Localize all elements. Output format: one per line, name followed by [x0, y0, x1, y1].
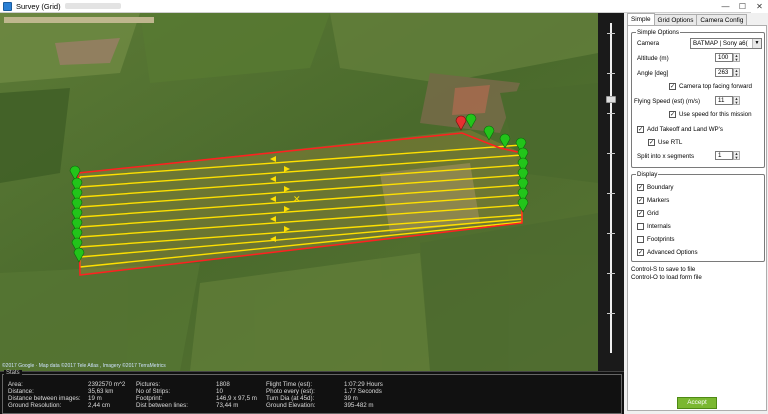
flying-speed-label: Flying Speed (est) (m/s): [634, 98, 701, 105]
flying-speed-input[interactable]: 11: [715, 96, 733, 105]
save-hint: Control-S to save to file: [631, 266, 696, 273]
zoom-tick: [607, 313, 615, 314]
footprints-checkbox[interactable]: [637, 236, 644, 243]
title-bar: Survey (Grid) — ☐ ✕: [0, 0, 768, 13]
map-attribution: ©2017 Google · Map data ©2017 Tele Atlas…: [2, 363, 166, 369]
stat-value: 146,9 x 97,5 m: [216, 395, 257, 402]
tab-content: Simple Options Camera BATMAP | Sony a6( …: [627, 25, 767, 411]
advanced-options-checkbox[interactable]: ✓: [637, 249, 644, 256]
stat-label: Photo every (est):: [266, 388, 315, 395]
use-speed-label: Use speed for this mission: [679, 111, 752, 118]
accept-button[interactable]: Accept: [677, 397, 717, 409]
footprints-label: Footprints: [647, 236, 675, 243]
camera-label: Camera: [637, 40, 660, 47]
stat-label: Flight Time (est):: [266, 381, 313, 388]
stat-label: Pictures:: [136, 381, 161, 388]
add-takeoff-label: Add Takeoff and Land WP's: [647, 126, 723, 133]
map-canvas[interactable]: ✕: [0, 13, 598, 371]
boundary-checkbox[interactable]: ✓: [637, 184, 644, 191]
split-spinner[interactable]: ▲ ▼: [733, 151, 740, 160]
altitude-label: Altitude (m): [637, 55, 669, 62]
tab-simple[interactable]: Simple: [627, 13, 655, 25]
stat-value: 39 m: [344, 395, 358, 402]
load-hint: Control-O to load form file: [631, 274, 702, 281]
stats-legend: Stats: [4, 370, 22, 376]
zoom-tick: [607, 33, 615, 34]
zoom-tick: [607, 193, 615, 194]
stat-value: 1.77 Seconds: [344, 388, 382, 395]
tab-grid-options[interactable]: Grid Options: [653, 14, 698, 25]
zoom-tick: [607, 113, 615, 114]
altitude-input[interactable]: 100: [715, 53, 733, 62]
angle-spinner[interactable]: ▲ ▼: [733, 68, 740, 77]
stat-label: Dist between lines:: [136, 402, 188, 409]
stat-label: Area:: [8, 381, 23, 388]
satellite-map[interactable]: ✕ ©2017 Google · Map data ©2017 Tele Atl…: [0, 13, 598, 371]
internals-label: Internals: [647, 223, 671, 230]
add-takeoff-checkbox[interactable]: ✓: [637, 126, 644, 133]
display-title: Display: [636, 171, 659, 178]
options-panel: Simple Grid Options Camera Config Simple…: [624, 13, 768, 414]
altitude-spinner[interactable]: ▲ ▼: [733, 53, 740, 62]
stat-value: 10: [216, 388, 223, 395]
camera-top-checkbox[interactable]: ✓: [669, 83, 676, 90]
simple-options-title: Simple Options: [636, 29, 680, 36]
chevron-down-icon[interactable]: ▼: [752, 39, 761, 48]
zoom-tick: [607, 233, 615, 234]
camera-select-value: BATMAP | Sony a6(: [693, 40, 748, 47]
simple-options-group: Simple Options Camera BATMAP | Sony a6( …: [631, 29, 765, 168]
stat-label: Turn Dia (at 45d):: [266, 395, 315, 402]
zoom-slider-thumb[interactable]: [606, 96, 616, 103]
use-rtl-checkbox[interactable]: ✓: [648, 139, 655, 146]
app-icon: [3, 1, 12, 11]
use-speed-checkbox[interactable]: ✓: [669, 111, 676, 118]
camera-select[interactable]: BATMAP | Sony a6( ▼: [690, 38, 762, 49]
zoom-tick: [607, 273, 615, 274]
stat-value: 395-482 m: [344, 402, 374, 409]
markers-label: Markers: [647, 197, 670, 204]
tab-camera-config[interactable]: Camera Config: [696, 14, 748, 25]
stat-label: Ground Resolution:: [8, 402, 62, 409]
flying-speed-spinner[interactable]: ▲ ▼: [733, 96, 740, 105]
angle-input[interactable]: 263: [715, 68, 733, 77]
stat-label: No of Strips:: [136, 388, 171, 395]
stat-value: 1:07:29 Hours: [344, 381, 383, 388]
stat-label: Distance:: [8, 388, 34, 395]
display-group: Display ✓ Boundary ✓ Markers ✓ Grid Inte…: [631, 171, 765, 262]
zoom-slider[interactable]: [598, 13, 624, 371]
split-label: Split into x segments: [637, 153, 695, 160]
use-rtl-label: Use RTL: [658, 139, 683, 146]
internals-checkbox[interactable]: [637, 223, 644, 230]
stat-value: 1808: [216, 381, 230, 388]
stat-label: Ground Elevation:: [266, 402, 316, 409]
minimize-button[interactable]: —: [717, 0, 734, 13]
angle-label: Angle [deg]: [637, 70, 669, 77]
advanced-options-label: Advanced Options: [647, 249, 698, 256]
boundary-label: Boundary: [647, 184, 674, 191]
split-input[interactable]: 1: [715, 151, 733, 160]
redacted-title-text: [64, 3, 121, 9]
stat-value: 2392570 m^2: [88, 381, 126, 388]
stat-value: 35,63 km: [88, 388, 114, 395]
close-button[interactable]: ✕: [751, 0, 768, 13]
maximize-button[interactable]: ☐: [734, 0, 751, 13]
zoom-tick: [607, 73, 615, 74]
survey-grid-window: Survey (Grid) — ☐ ✕ ✕ ©2017 Google · Map…: [0, 0, 768, 414]
camera-top-label: Camera top facing forward: [679, 83, 752, 90]
zoom-tick: [607, 153, 615, 154]
stat-value: 19 m: [88, 395, 102, 402]
stat-label: Distance between images:: [8, 395, 81, 402]
center-marker-icon: ✕: [293, 195, 301, 205]
stat-value: 73,44 m: [216, 402, 239, 409]
stats-panel: Stats Area: 2392570 m^2 Distance: 35,63 …: [0, 370, 624, 414]
window-title: Survey (Grid): [16, 1, 61, 11]
stat-value: 2,44 cm: [88, 402, 111, 409]
stat-label: Footprint:: [136, 395, 163, 402]
grid-checkbox[interactable]: ✓: [637, 210, 644, 217]
grid-label: Grid: [647, 210, 659, 217]
markers-checkbox[interactable]: ✓: [637, 197, 644, 204]
